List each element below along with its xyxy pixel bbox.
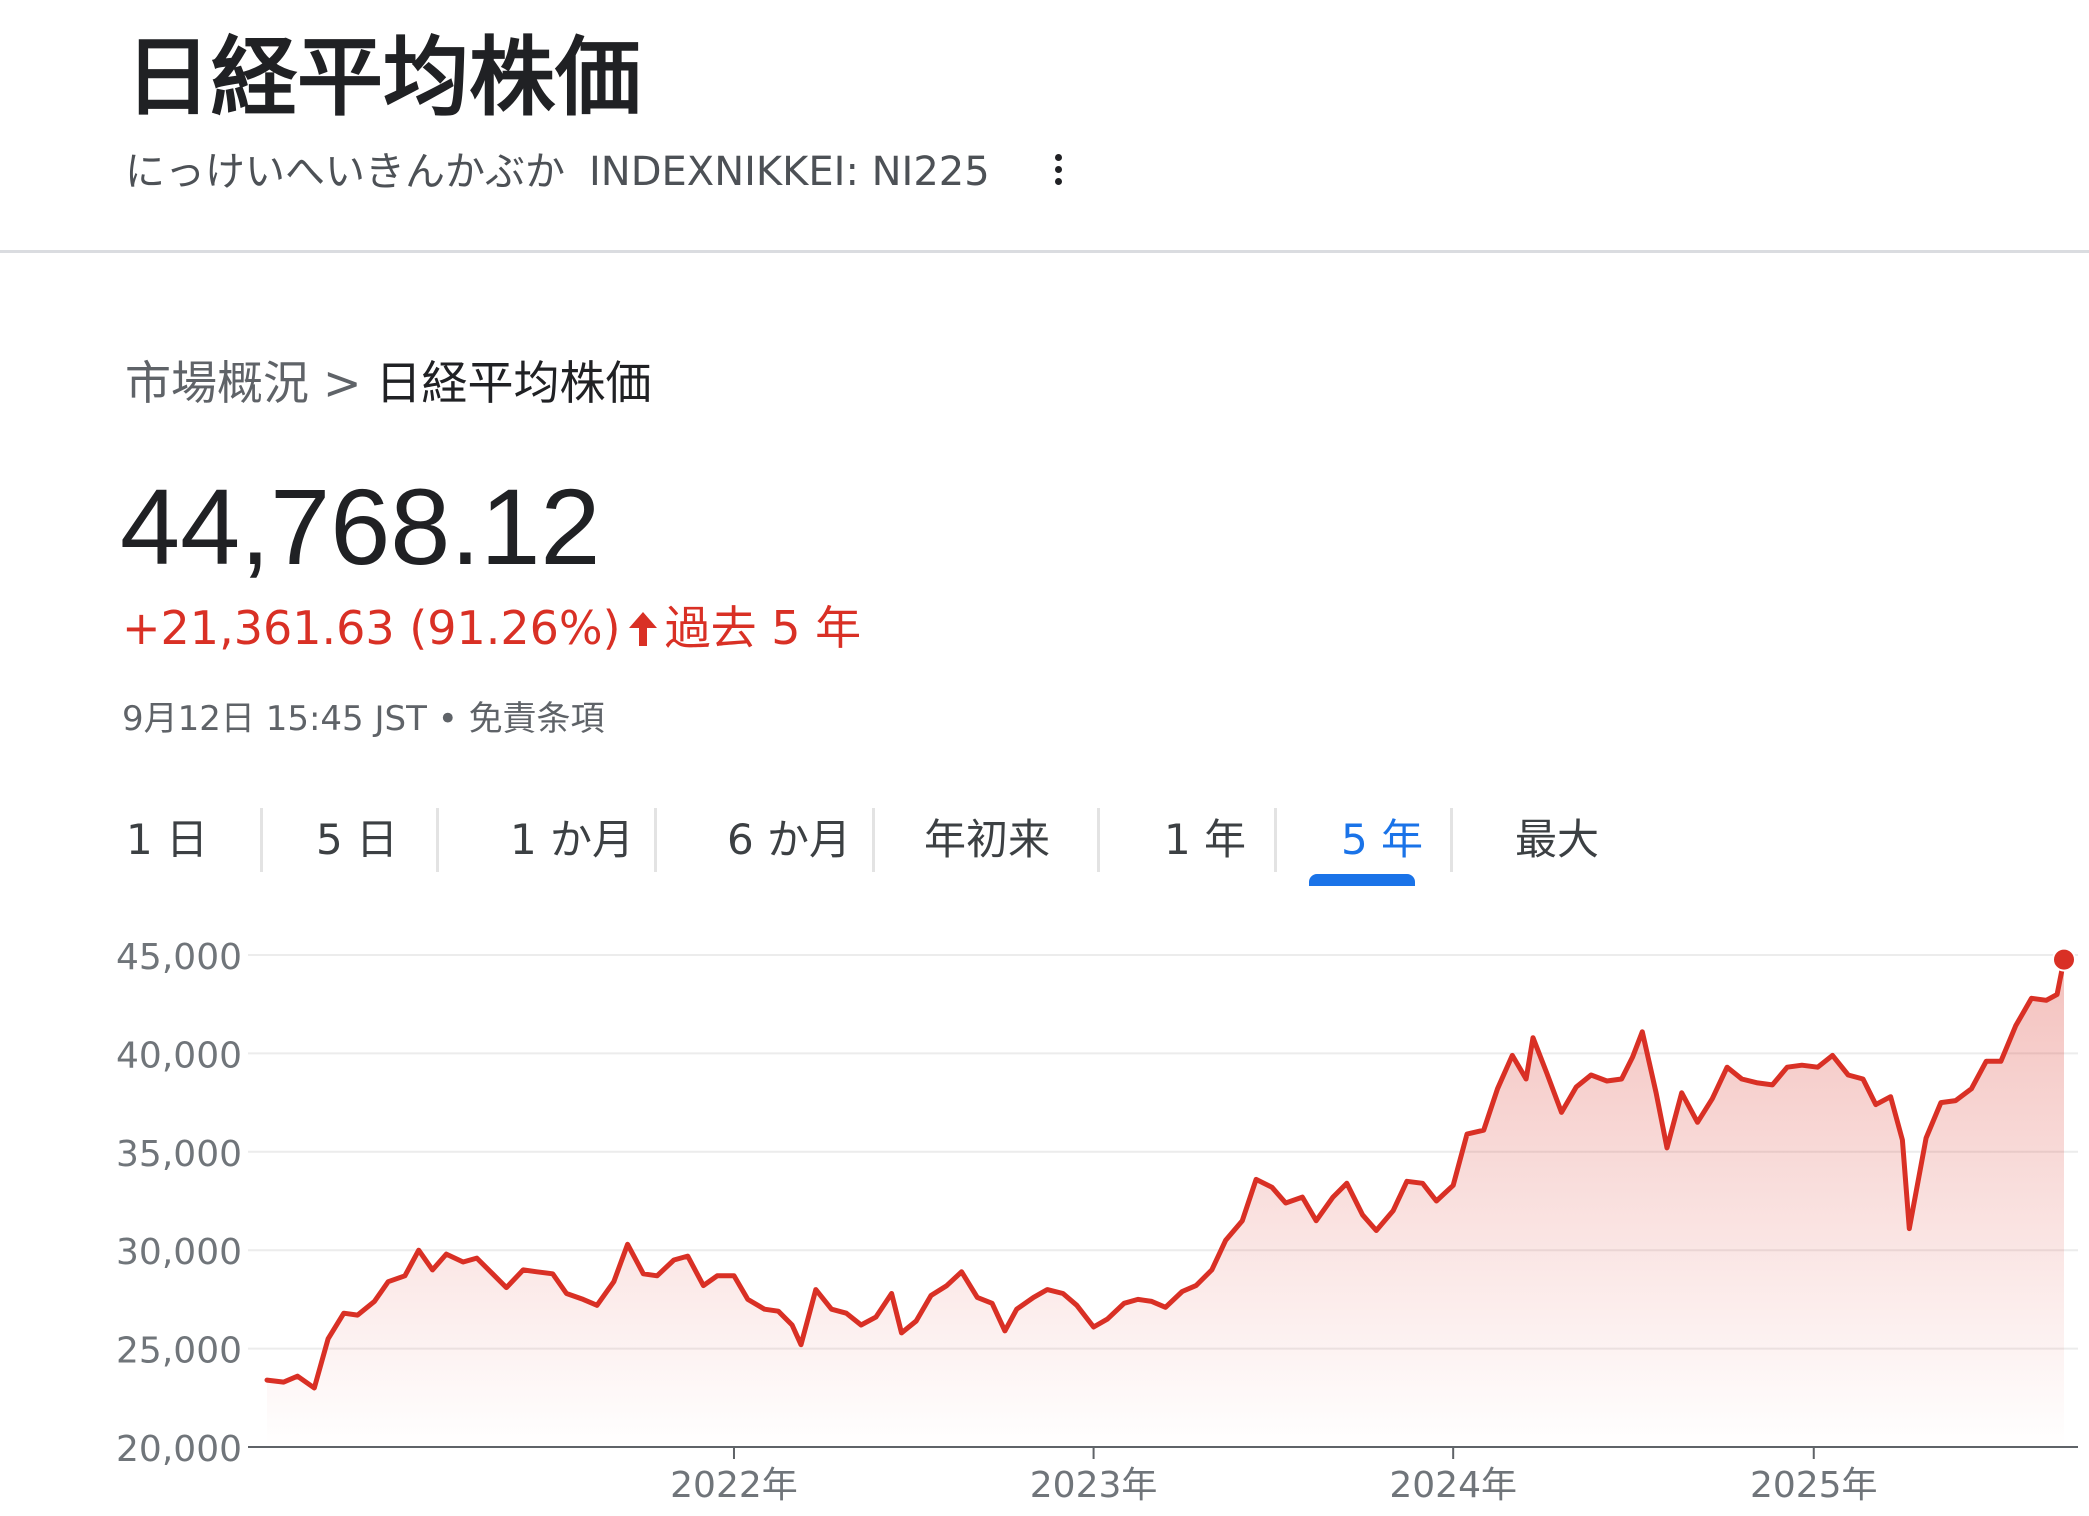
tab-ytd[interactable]: 年初来 (912, 800, 1062, 880)
tab-1-year[interactable]: 1 年 (1130, 800, 1280, 880)
y-tick-label: 30,000 (116, 1232, 242, 1273)
tab-max[interactable]: 最大 (1482, 800, 1632, 880)
y-tick-label: 45,000 (116, 937, 242, 978)
y-tick-label: 25,000 (116, 1331, 242, 1372)
tab-selected-indicator (1309, 874, 1415, 886)
more-vert-icon[interactable] (1043, 146, 1073, 196)
last-point-marker (2052, 947, 2076, 972)
price-change: +21,361.63 (91.26%) 過去 5 年 (122, 600, 861, 660)
x-tick-label: 2022年 (670, 1465, 798, 1506)
tab-1-day[interactable]: 1 日 (122, 800, 212, 880)
price-chart: 45,000 40,000 35,000 30,000 25,000 20,000 2022… (116, 937, 2078, 1506)
series-area (267, 959, 2064, 1447)
disclaimer-link[interactable]: 免責条項 (469, 699, 605, 739)
tab-divider (1274, 808, 1277, 872)
tab-divider (654, 808, 657, 872)
tab-6-months[interactable]: 6 か月 (694, 800, 884, 880)
y-tick-label: 20,000 (116, 1429, 242, 1470)
breadcrumb: 市場概況 > 日経平均株価 (125, 355, 652, 411)
current-price: 44,768.12 (120, 466, 601, 587)
tab-divider (436, 808, 439, 872)
breadcrumb-market-overview[interactable]: 市場概況 (125, 356, 309, 410)
tab-5-days[interactable]: 5 日 (297, 800, 417, 880)
x-tick-label: 2023年 (1030, 1465, 1158, 1506)
reading-text: にっけいへいきんかぶか (125, 149, 565, 195)
range-tabs: 1 日 5 日 1 か月 6 か月 年初来 1 年 5 年 最大 (122, 800, 1642, 886)
tab-divider (872, 808, 875, 872)
subtitle: にっけいへいきんかぶか INDEXNIKKEI: NI225 (125, 146, 990, 198)
y-tick-label: 35,000 (116, 1134, 242, 1175)
x-tick-label: 2025年 (1750, 1465, 1878, 1506)
tab-divider (1097, 808, 1100, 872)
timestamp-line: 9月12日 15:45 JST • 免責条項 (122, 697, 605, 741)
breadcrumb-current: 日経平均株価 (375, 356, 652, 410)
y-tick-label: 40,000 (116, 1035, 242, 1076)
breadcrumb-separator: > (323, 356, 362, 410)
x-tick-label: 2024年 (1389, 1465, 1517, 1506)
timestamp: 9月12日 15:45 JST (122, 699, 427, 739)
change-value: +21,361.63 (91.26%) (122, 601, 621, 655)
header-divider (0, 250, 2089, 253)
tab-divider (1450, 808, 1453, 872)
tab-5-years[interactable]: 5 年 (1307, 800, 1457, 880)
arrow-up-icon (627, 604, 659, 660)
page-title: 日経平均株価 (125, 28, 641, 128)
change-period: 過去 5 年 (664, 601, 862, 655)
tab-divider (260, 808, 263, 872)
tab-1-month[interactable]: 1 か月 (477, 800, 667, 880)
bullet-separator: • (437, 699, 458, 739)
ticker-symbol: INDEXNIKKEI: NI225 (589, 149, 990, 195)
